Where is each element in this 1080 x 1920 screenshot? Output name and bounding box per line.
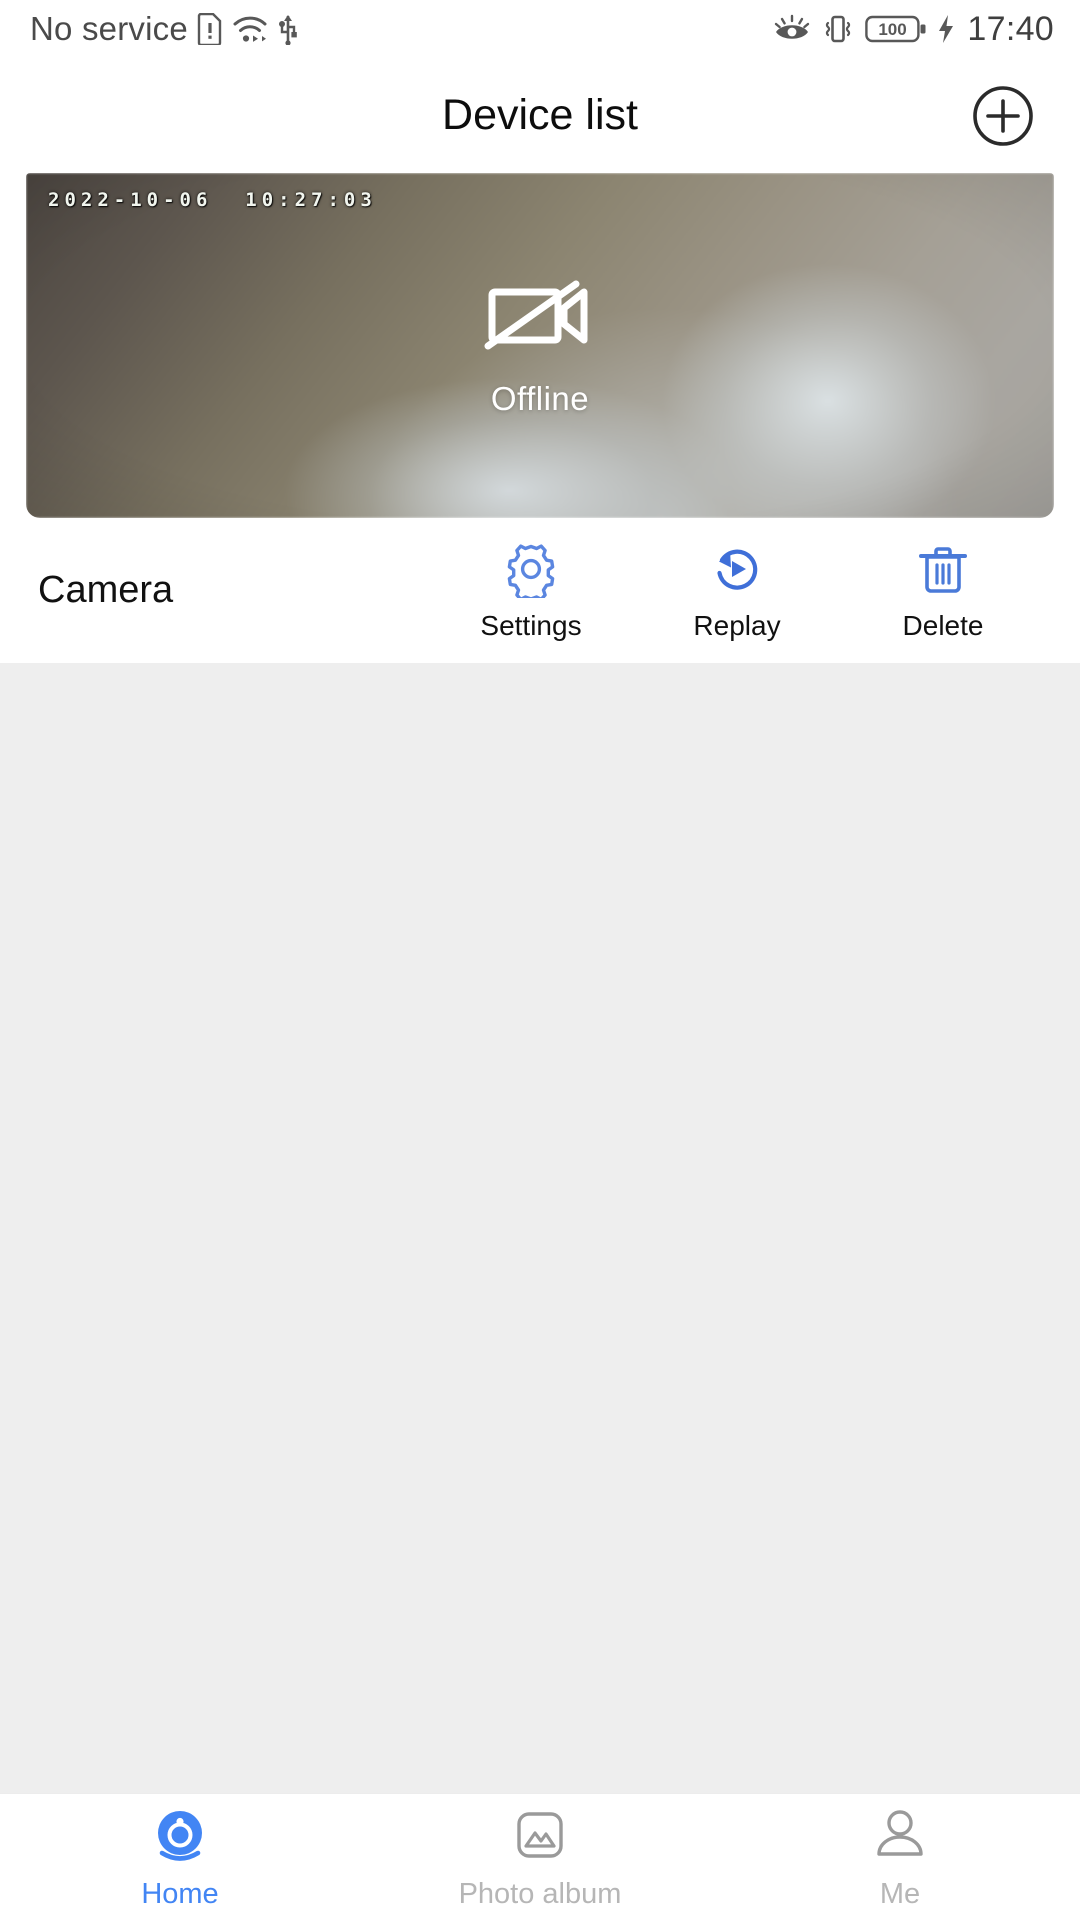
page-title: Device list — [442, 91, 638, 139]
delete-label: Delete — [902, 609, 984, 641]
camera-off-icon — [484, 280, 588, 349]
device-name-label: Camera — [38, 569, 174, 611]
app-header: Device list — [0, 58, 1080, 173]
bottom-navigation: Home Photo album Me — [0, 1793, 1080, 1920]
clock-label: 17:40 — [967, 9, 1054, 48]
nav-me-label: Me — [879, 1878, 921, 1910]
nav-photo-album-label: Photo album — [458, 1878, 622, 1910]
webcam-icon — [158, 1811, 202, 1861]
delete-button[interactable]: Delete — [888, 540, 998, 642]
offline-status-label: Offline — [490, 379, 590, 417]
device-actions: Settings Replay Delete — [476, 540, 1046, 642]
sim-card-alert-icon — [197, 13, 222, 45]
status-bar-left: No service — [30, 10, 299, 48]
battery-level-label: 100 — [879, 20, 907, 39]
usb-icon — [278, 15, 297, 45]
settings-label: Settings — [480, 609, 582, 641]
offline-overlay: Offline — [26, 274, 1054, 418]
nav-item-photo-album[interactable]: Photo album — [360, 1794, 720, 1911]
camera-preview[interactable]: 2022-10-06 10:27:03 Offline — [26, 173, 1054, 518]
replay-label: Replay — [693, 609, 781, 641]
settings-button[interactable]: Settings — [476, 540, 586, 642]
replay-button[interactable]: Replay — [682, 540, 792, 642]
device-card: 2022-10-06 10:27:03 Offline Camera Setti… — [0, 173, 1080, 663]
plus-circle-icon — [973, 85, 1033, 146]
charging-bolt-icon — [939, 15, 954, 43]
trash-icon — [919, 546, 967, 593]
add-device-button[interactable] — [968, 81, 1038, 151]
replay-icon — [717, 549, 758, 590]
nav-home-label: Home — [141, 1878, 219, 1910]
person-icon — [877, 1810, 923, 1856]
status-bar-right: 100 17:40 — [773, 10, 1054, 49]
eye-comfort-icon — [775, 14, 810, 39]
vibrate-icon — [826, 15, 851, 43]
image-icon — [517, 1812, 563, 1858]
battery-icon: 100 — [865, 15, 926, 43]
preview-timestamp: 2022-10-06 10:27:03 — [48, 189, 377, 211]
empty-list-area — [0, 663, 1080, 1691]
carrier-label: No service — [30, 10, 188, 47]
nav-item-me[interactable]: Me — [720, 1794, 1080, 1911]
gear-icon — [507, 543, 555, 598]
nav-item-home[interactable]: Home — [0, 1794, 360, 1911]
status-bar: No service 100 17:40 — [0, 0, 1080, 58]
wifi-icon — [233, 16, 267, 42]
device-action-row: Camera Settings Replay Delete — [0, 518, 1080, 663]
